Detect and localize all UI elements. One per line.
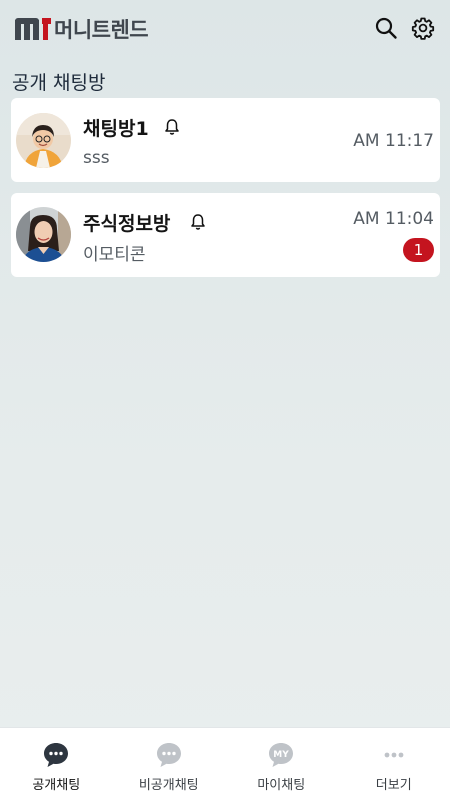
app-header: 머니트렌드: [0, 0, 450, 56]
chat-room-item[interactable]: 주식정보방 AM 11:04 이모티콘 1: [11, 193, 440, 277]
nav-label: 더보기: [375, 778, 412, 793]
nav-item-private-chat[interactable]: 비공개채팅: [113, 728, 226, 800]
room-name: 채팅방1: [83, 118, 149, 140]
bottom-nav: 공개채팅 비공개채팅 MY 마이채팅 더보기: [0, 727, 450, 800]
chat-room-item[interactable]: 채팅방1 AM 11:17 sss: [11, 98, 440, 182]
app-logo: 머니트렌드: [14, 14, 149, 44]
nav-item-my-chat[interactable]: MY 마이채팅: [225, 728, 338, 800]
bell-icon[interactable]: [190, 213, 206, 231]
nav-item-more[interactable]: 더보기: [338, 728, 450, 800]
gear-icon: [411, 17, 435, 40]
unread-badge: 1: [403, 238, 434, 262]
my-bubble-icon: MY: [269, 743, 294, 767]
nav-label: 공개채팅: [32, 778, 81, 793]
room-time: AM 11:17: [353, 131, 434, 151]
section-title: 공개 채팅방: [12, 72, 106, 94]
settings-button[interactable]: [409, 14, 437, 42]
room-last-message: sss: [83, 148, 110, 168]
bell-icon[interactable]: [164, 118, 180, 136]
avatar: [16, 113, 71, 168]
room-last-message: 이모티콘: [83, 245, 146, 265]
logo-mark-icon: [15, 18, 51, 40]
chat-bubble-icon: [44, 743, 69, 767]
my-icon-text: MY: [274, 750, 290, 760]
room-time: AM 11:04: [353, 209, 434, 229]
search-button[interactable]: [372, 14, 400, 42]
more-dots-icon: [384, 752, 404, 758]
app-title: 머니트렌드: [54, 18, 149, 42]
avatar-woman-image: [16, 207, 71, 262]
avatar-boy-image: [16, 113, 71, 168]
nav-label: 비공개채팅: [138, 778, 199, 793]
avatar: [16, 207, 71, 262]
nav-label: 마이채팅: [257, 778, 306, 793]
search-icon: [375, 17, 397, 39]
nav-item-public-chat[interactable]: 공개채팅: [0, 728, 113, 800]
room-name: 주식정보방: [83, 213, 171, 235]
chat-bubble-icon: [156, 743, 181, 767]
